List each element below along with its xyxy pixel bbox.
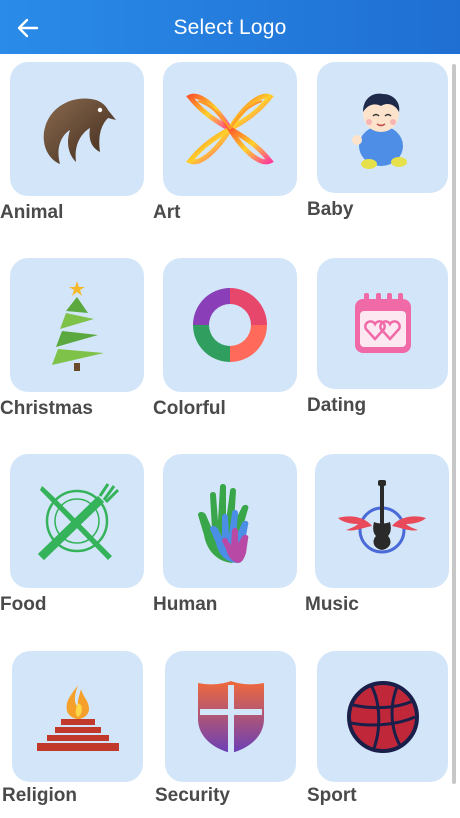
category-card (10, 258, 144, 392)
category-card (163, 62, 297, 196)
fork-knife-plate-icon (37, 483, 120, 561)
category-label: Art (153, 202, 181, 223)
app-bar: Select Logo (0, 0, 460, 54)
category-label: Dating (307, 395, 367, 416)
category-card (165, 651, 296, 782)
eagle-icon (43, 98, 116, 164)
category-label: Animal (0, 202, 64, 223)
category-label: Christmas (0, 398, 93, 419)
category-label: Baby (307, 199, 354, 220)
category-label: Sport (307, 785, 357, 806)
category-card (10, 454, 144, 588)
category-label: Human (153, 594, 218, 615)
category-card (317, 651, 448, 782)
category-card (317, 62, 448, 193)
category-card (12, 651, 143, 782)
baby-icon (351, 93, 407, 169)
category-card (315, 454, 449, 588)
category-label: Religion (2, 785, 77, 806)
category-card (10, 62, 144, 196)
category-card (163, 258, 297, 392)
logo-category-grid: Animal Art Baby Christmas Colorful Datin… (0, 54, 460, 818)
category-card (317, 258, 448, 389)
christmas-tree-icon (52, 281, 104, 371)
calendar-hearts-icon (354, 292, 411, 353)
category-label: Security (155, 785, 230, 806)
altar-flame-icon (36, 684, 119, 751)
category-label: Colorful (153, 398, 226, 419)
winged-guitar-icon (338, 480, 426, 554)
page-title: Select Logo (173, 16, 287, 39)
scrollbar[interactable] (452, 64, 456, 784)
category-label: Food (0, 594, 47, 615)
shield-icon (197, 680, 264, 753)
colorful-ring-icon (193, 288, 267, 362)
category-card (163, 454, 297, 588)
butterfly-icon (186, 93, 274, 165)
basketball-icon (346, 680, 419, 753)
hands-icon (198, 484, 249, 563)
category-label: Music (305, 594, 359, 615)
